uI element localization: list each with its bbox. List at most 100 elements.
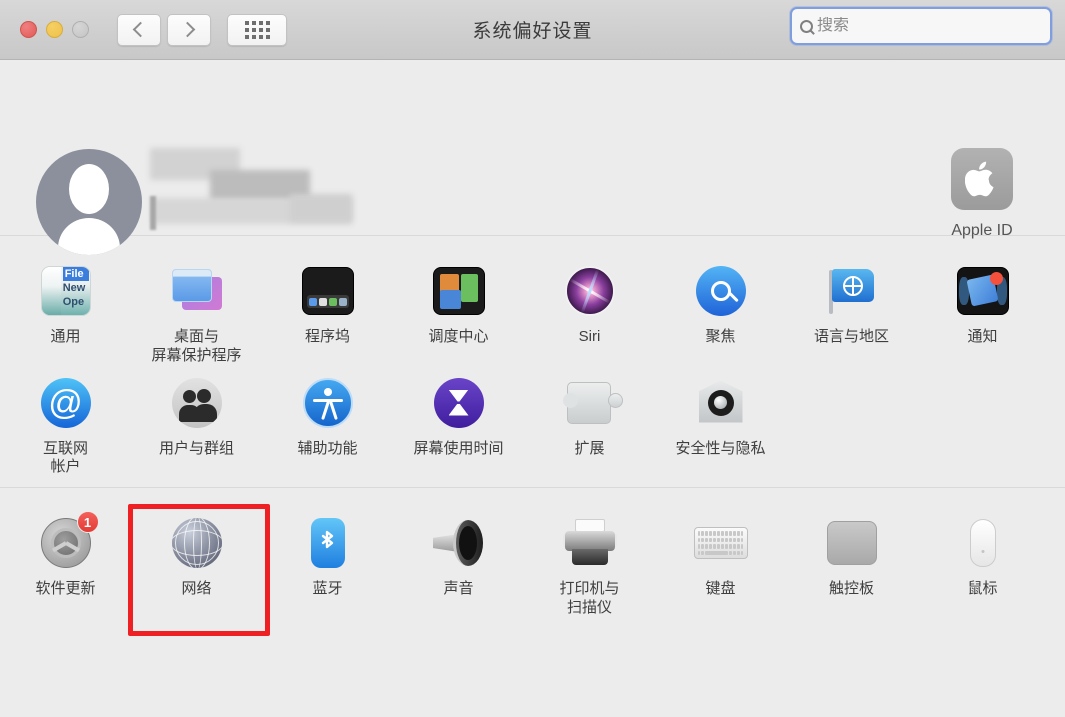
pref-label: 鼠标 <box>967 580 998 597</box>
network-icon <box>168 514 226 572</box>
preferences-row: @ 互联网 帐户 用户与群组 辅助功能 屏幕使用时间 扩展 安全性与隐私 <box>0 366 1065 478</box>
software-update-icon: 1 <box>37 511 99 572</box>
pref-item-trackpad[interactable]: 触控板 <box>786 506 917 618</box>
mission-control-icon <box>430 262 488 320</box>
pref-label: 辅助功能 <box>297 439 358 457</box>
desktop-screensaver-icon <box>168 262 226 320</box>
grid-dots-icon <box>244 20 270 39</box>
extensions-icon <box>561 374 623 432</box>
spotlight-icon <box>692 262 750 320</box>
pref-item-spotlight[interactable]: 聚焦 <box>655 254 786 366</box>
notifications-icon <box>954 262 1012 320</box>
preferences-row: File New Ope 通用 桌面与 屏幕保护程序 程序坞 调度中心 Siri… <box>0 254 1065 366</box>
pref-item-language-region[interactable]: 语言与地区 <box>786 254 917 366</box>
sound-icon <box>430 514 488 572</box>
pref-label: 键盘 <box>705 580 736 597</box>
pref-item-screen-time[interactable]: 屏幕使用时间 <box>393 366 524 478</box>
accessibility-icon <box>299 374 357 432</box>
keyboard-icon <box>692 514 750 572</box>
pref-item-keyboard[interactable]: 键盘 <box>655 506 786 618</box>
general-file-text: File <box>62 267 90 281</box>
pref-item-bluetooth[interactable]: 蓝牙 <box>262 506 393 618</box>
avatar-body <box>58 218 120 255</box>
pref-item-general[interactable]: File New Ope 通用 <box>0 254 131 366</box>
pref-item-network[interactable]: 网络 <box>128 504 270 636</box>
general-icon: File New Ope <box>37 262 95 320</box>
pref-item-printers-scanners[interactable]: 打印机与 扫描仪 <box>524 506 655 618</box>
pref-label: Siri <box>578 328 601 345</box>
pref-label: 程序坞 <box>304 328 350 345</box>
pref-label: 网络 <box>181 580 212 597</box>
pref-item-sound[interactable]: 声音 <box>393 506 524 618</box>
apple-id-item[interactable]: Apple ID <box>927 148 1037 240</box>
avatar[interactable] <box>36 149 142 255</box>
window-title-text: 系统偏好设置 <box>472 21 593 42</box>
navigation-buttons <box>117 13 211 46</box>
search-input[interactable] <box>817 17 1042 35</box>
mouse-icon <box>954 514 1012 572</box>
pref-item-security-privacy[interactable]: 安全性与隐私 <box>655 366 786 478</box>
pref-label: 用户与群组 <box>158 439 234 457</box>
pref-item-extensions[interactable]: 扩展 <box>524 366 655 478</box>
pref-label: 通用 <box>50 328 81 345</box>
show-all-button[interactable] <box>227 13 287 46</box>
pref-item-desktop-screensaver[interactable]: 桌面与 屏幕保护程序 <box>131 254 262 366</box>
security-privacy-icon <box>692 374 750 432</box>
printers-scanners-icon <box>561 514 619 572</box>
pref-label: 桌面与 屏幕保护程序 <box>151 328 242 364</box>
siri-icon <box>561 262 619 320</box>
pref-item-notifications[interactable]: 通知 <box>917 254 1048 366</box>
pref-item-software-update[interactable]: 1 软件更新 <box>0 506 131 618</box>
traffic-lights <box>20 21 89 38</box>
general-open-text: Ope <box>62 296 85 308</box>
title-bar: 系统偏好设置 <box>0 0 1065 60</box>
trackpad-icon <box>823 514 881 572</box>
system-preferences-window: 系统偏好设置 Apple ID <box>0 0 1065 717</box>
chevron-left-icon <box>132 21 149 38</box>
pref-label: 语言与地区 <box>813 328 889 345</box>
pref-label: 调度中心 <box>428 328 489 345</box>
pref-item-internet-accounts[interactable]: @ 互联网 帐户 <box>0 366 131 478</box>
apple-logo-icon <box>951 148 1013 210</box>
pref-label: 屏幕使用时间 <box>413 439 504 457</box>
language-region-icon <box>823 262 881 320</box>
pref-label: 打印机与 扫描仪 <box>559 580 620 616</box>
pref-item-dock[interactable]: 程序坞 <box>262 254 393 366</box>
minimize-button[interactable] <box>46 21 63 38</box>
pref-label: 声音 <box>443 580 474 597</box>
preferences-section-hardware: 1 软件更新 网络 蓝牙 声音 打印机与 扫描仪 键盘 触控板 鼠标 <box>0 488 1065 636</box>
pref-item-users-groups[interactable]: 用户与群组 <box>131 366 262 478</box>
internet-accounts-icon: @ <box>37 374 95 432</box>
chevron-right-icon <box>179 21 196 38</box>
dock-icon <box>299 262 357 320</box>
pref-label: 扩展 <box>574 439 605 457</box>
status-badge: 1 <box>76 511 99 533</box>
close-button[interactable] <box>20 21 37 38</box>
search-icon <box>800 19 813 33</box>
account-banner: Apple ID <box>0 60 1065 255</box>
forward-button[interactable] <box>167 13 211 46</box>
pref-label: 安全性与隐私 <box>675 439 766 457</box>
pref-item-mouse[interactable]: 鼠标 <box>917 506 1048 618</box>
pref-item-mission-control[interactable]: 调度中心 <box>393 254 524 366</box>
pref-label: 聚焦 <box>705 328 736 345</box>
pref-label: 触控板 <box>828 580 874 597</box>
pref-item-siri[interactable]: Siri <box>524 254 655 366</box>
pref-label: 软件更新 <box>35 580 96 597</box>
at-symbol: @ <box>48 383 83 422</box>
general-new-text: New <box>62 282 86 294</box>
preferences-row: 1 软件更新 网络 蓝牙 声音 打印机与 扫描仪 键盘 触控板 鼠标 <box>0 504 1065 636</box>
screen-time-icon <box>430 374 488 432</box>
apple-id-label: Apple ID <box>951 222 1013 239</box>
pref-item-accessibility[interactable]: 辅助功能 <box>262 366 393 478</box>
pref-label: 蓝牙 <box>312 580 343 597</box>
pref-label: 互联网 帐户 <box>42 439 88 476</box>
zoom-button[interactable] <box>72 21 89 38</box>
users-groups-icon <box>168 374 226 432</box>
avatar-head <box>69 164 109 214</box>
search-field[interactable] <box>790 7 1052 45</box>
back-button[interactable] <box>117 13 161 46</box>
preferences-section-personal: File New Ope 通用 桌面与 屏幕保护程序 程序坞 调度中心 Siri… <box>0 236 1065 488</box>
pref-label: 通知 <box>967 328 998 345</box>
bluetooth-icon <box>299 514 357 572</box>
